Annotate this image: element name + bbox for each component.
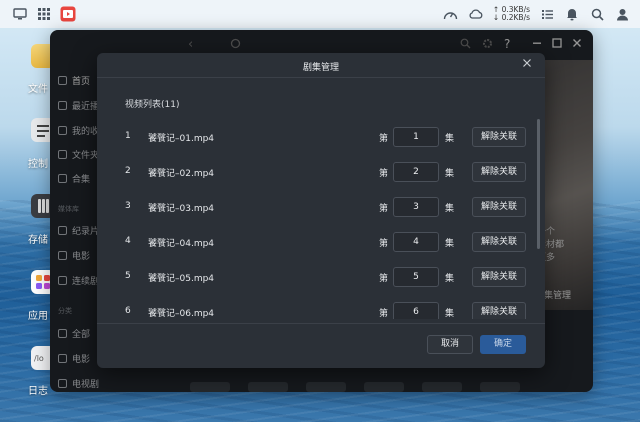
network-speed: ↑ 0.3KB/s ↓ 0.2KB/s	[493, 6, 530, 22]
file-name: 饕餮记–04.mp4	[148, 239, 215, 249]
episode-number-input[interactable]: 4	[393, 232, 439, 252]
notification-bell-icon[interactable]	[564, 6, 580, 22]
desktop-icon-label: 存储	[28, 235, 48, 246]
episode-prefix: 第	[379, 134, 389, 144]
show-desktop-icon[interactable]	[12, 6, 28, 22]
task-list-icon[interactable]	[539, 6, 555, 22]
unlink-button[interactable]: 解除关联	[472, 267, 526, 287]
file-name: 饕餮记–06.mp4	[148, 309, 215, 319]
video-list-title: 视频列表(11)	[125, 100, 180, 110]
episode-number-input[interactable]: 6	[393, 302, 439, 319]
table-row: 4 饕餮记–04.mp4 第 4 集 解除关联	[97, 232, 537, 252]
download-speed: ↓ 0.2KB/s	[492, 13, 530, 22]
dialog-title: 剧集管理	[302, 63, 339, 73]
unlink-button[interactable]: 解除关联	[472, 197, 526, 217]
file-name: 饕餮记–03.mp4	[148, 204, 215, 214]
unlink-button[interactable]: 解除关联	[472, 302, 526, 319]
table-row: 1 饕餮记–01.mp4 第 1 集 解除关联	[97, 127, 537, 147]
episode-prefix: 第	[379, 239, 389, 249]
system-topbar: ↑ 0.3KB/s ↓ 0.2KB/s	[0, 0, 640, 28]
search-icon[interactable]	[589, 6, 605, 22]
row-index: 2	[125, 166, 131, 176]
episode-suffix: 集	[445, 169, 455, 179]
episode-prefix: 第	[379, 204, 389, 214]
table-row: 5 饕餮记–05.mp4 第 5 集 解除关联	[97, 267, 537, 287]
table-row: 2 饕餮记–02.mp4 第 2 集 解除关联	[97, 162, 537, 182]
episode-management-dialog: 剧集管理 视频列表(11) 1 饕餮记–01.mp4 第 1 集 解除关联 2 …	[97, 53, 545, 368]
row-index: 4	[125, 236, 131, 246]
file-name: 饕餮记–01.mp4	[148, 134, 215, 144]
episode-prefix: 第	[379, 309, 389, 319]
episode-suffix: 集	[445, 134, 455, 144]
app-grid-icon[interactable]	[36, 6, 52, 22]
user-account-icon[interactable]	[614, 6, 630, 22]
desktop-icon-label: 日志	[28, 386, 48, 397]
unlink-button[interactable]: 解除关联	[472, 162, 526, 182]
desktop-icon-label: 应用	[28, 311, 48, 322]
row-index: 3	[125, 201, 131, 211]
episode-suffix: 集	[445, 274, 455, 284]
file-name: 饕餮记–05.mp4	[148, 274, 215, 284]
episode-number-input[interactable]: 2	[393, 162, 439, 182]
episode-number-input[interactable]: 3	[393, 197, 439, 217]
episode-suffix: 集	[445, 309, 455, 319]
table-row: 6 饕餮记–06.mp4 第 6 集 解除关联	[97, 302, 537, 319]
file-name: 饕餮记–02.mp4	[148, 169, 215, 179]
unlink-button[interactable]: 解除关联	[472, 232, 526, 252]
row-index: 6	[125, 306, 131, 316]
confirm-button[interactable]: 确定	[480, 335, 526, 354]
desktop-icon-label: 控制	[28, 159, 48, 170]
video-list: 1 饕餮记–01.mp4 第 1 集 解除关联 2 饕餮记–02.mp4 第 2…	[97, 119, 537, 319]
divider	[97, 323, 545, 324]
row-index: 5	[125, 271, 131, 281]
dialog-close-icon[interactable]	[522, 58, 532, 70]
episode-number-input[interactable]: 1	[393, 127, 439, 147]
episode-suffix: 集	[445, 239, 455, 249]
episode-prefix: 第	[379, 169, 389, 179]
list-scrollbar[interactable]	[537, 119, 541, 319]
episode-prefix: 第	[379, 274, 389, 284]
episode-number-input[interactable]: 5	[393, 267, 439, 287]
row-index: 1	[125, 131, 131, 141]
dashboard-gauge-icon[interactable]	[443, 6, 459, 22]
scrollbar-thumb[interactable]	[537, 119, 540, 249]
unlink-button[interactable]: 解除关联	[472, 127, 526, 147]
cloud-sync-icon[interactable]	[468, 6, 484, 22]
video-app-icon[interactable]	[60, 6, 76, 22]
cancel-button[interactable]: 取消	[427, 335, 473, 354]
table-row: 3 饕餮记–03.mp4 第 3 集 解除关联	[97, 197, 537, 217]
desktop-icon-label: 文件	[28, 84, 48, 95]
episode-suffix: 集	[445, 204, 455, 214]
divider	[97, 77, 545, 78]
